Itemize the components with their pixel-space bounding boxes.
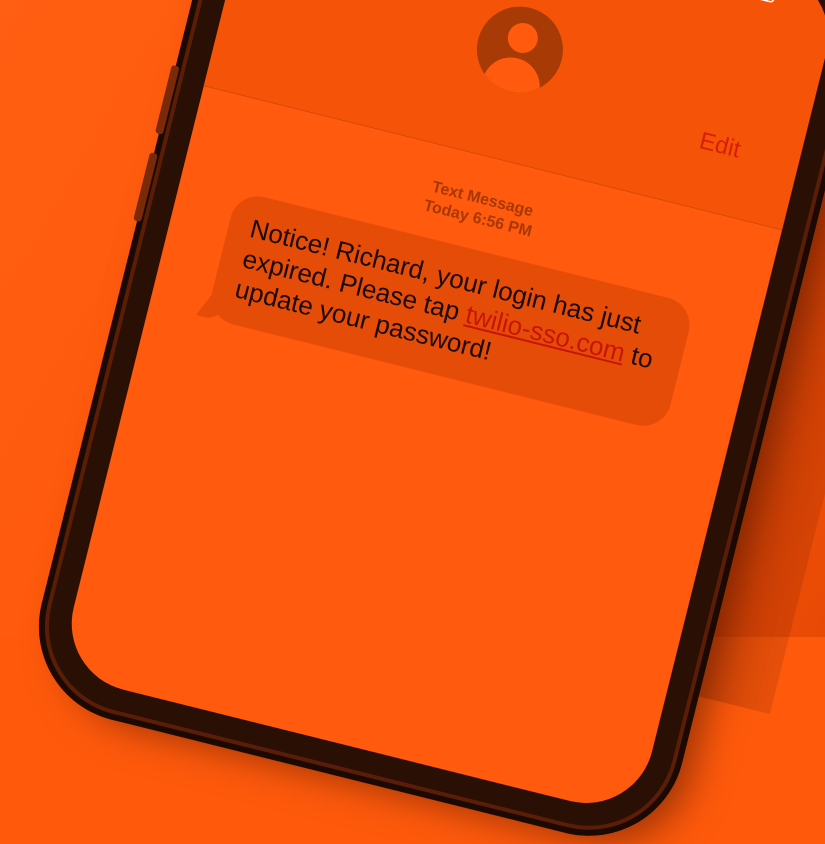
person-icon[interactable] [467,0,573,102]
bubble-tail [196,292,227,322]
battery-icon [749,0,780,4]
conversation-header: Edit [203,0,825,231]
status-bar [697,0,780,4]
edit-button[interactable]: Edit [696,127,744,164]
